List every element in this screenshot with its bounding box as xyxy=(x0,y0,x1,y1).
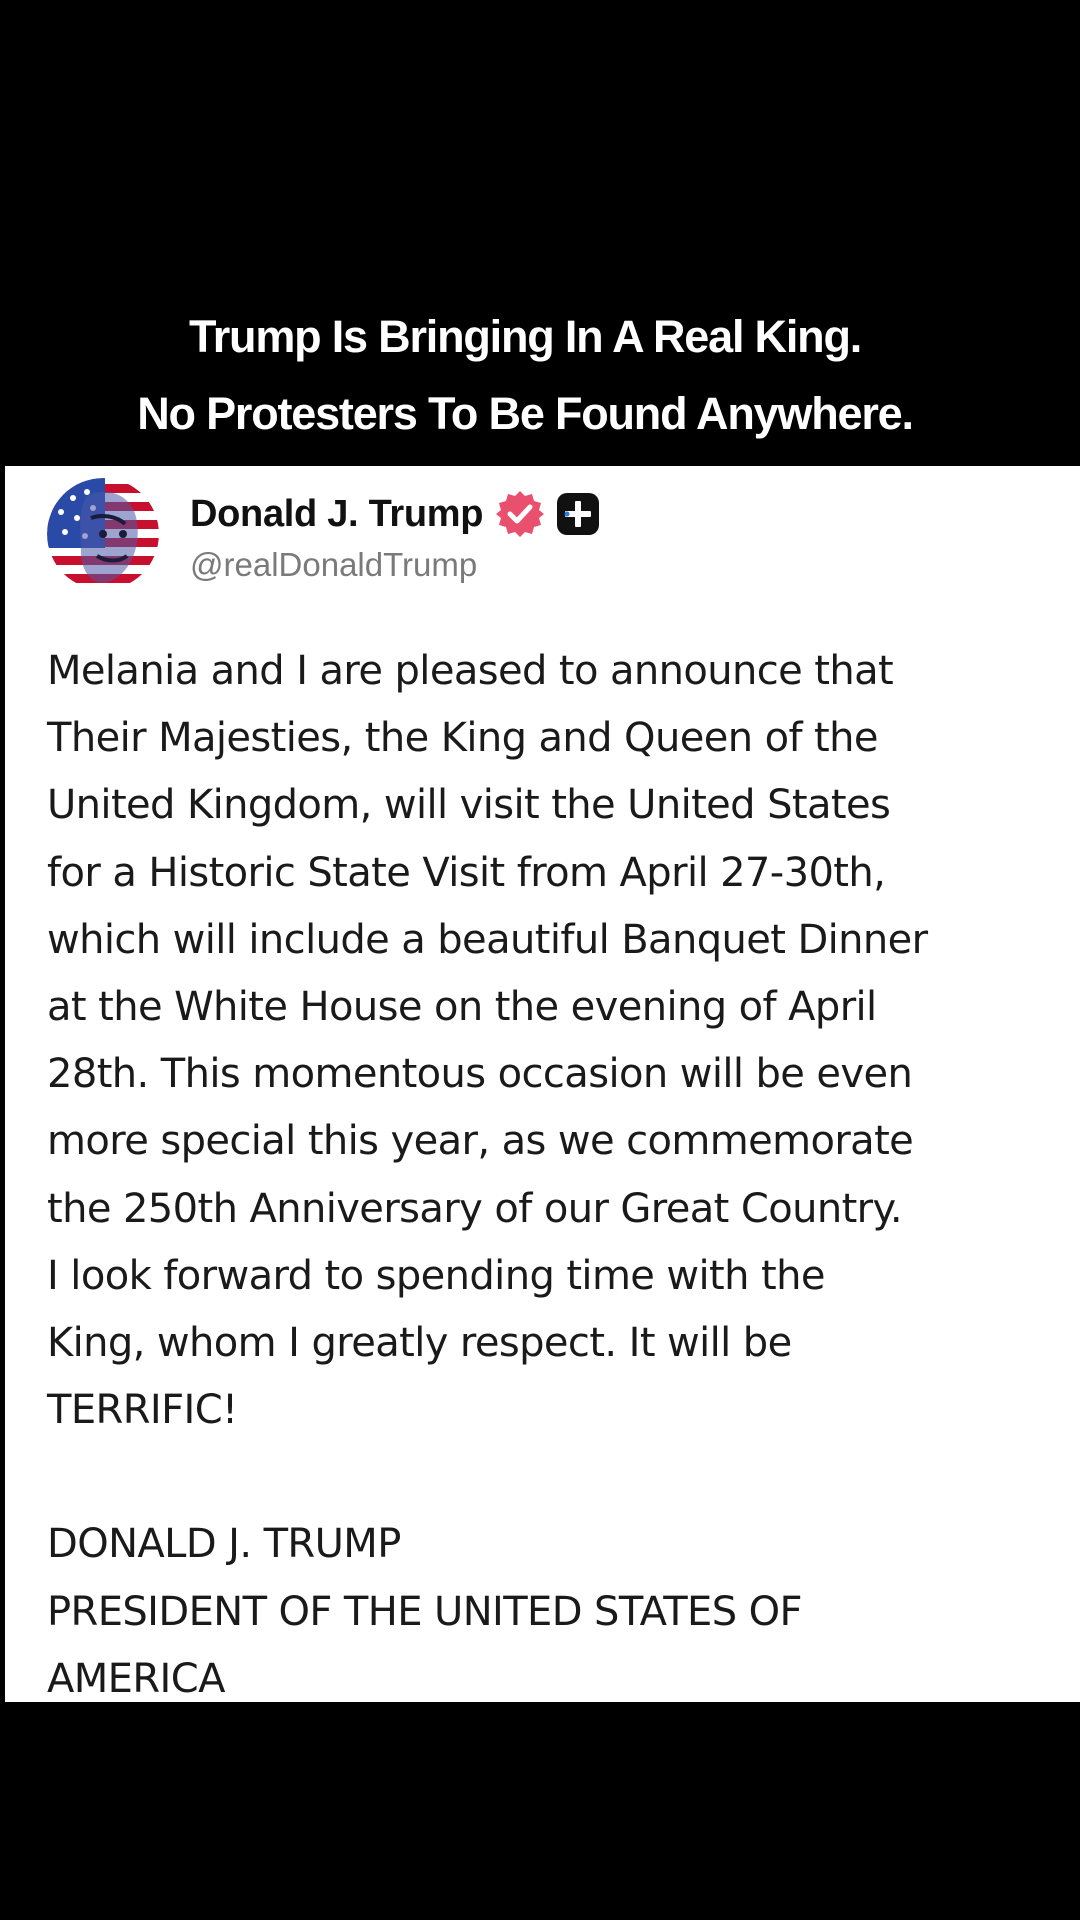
post-line: Their Majesties, the King and Queen of t… xyxy=(47,715,879,762)
author-name[interactable]: Donald J. Trump xyxy=(190,493,484,536)
verified-badge-icon xyxy=(496,491,545,537)
post-card: Donald J. Trump @realDonaldTrump Melania… xyxy=(5,466,1080,1702)
avatar[interactable] xyxy=(47,478,159,590)
post-line: more special this year, as we commemorat… xyxy=(47,1118,914,1165)
post-line: for a Historic State Visit from April 27… xyxy=(47,849,886,896)
signature-line: DONALD J. TRUMP xyxy=(47,1521,401,1568)
flag-portrait-avatar-icon xyxy=(47,478,159,590)
author-row: Donald J. Trump xyxy=(190,488,601,540)
signature-line: PRESIDENT OF THE UNITED STATES OF xyxy=(47,1588,803,1635)
plus-badge-icon xyxy=(557,493,600,535)
post-line: King, whom I greatly respect. It will be xyxy=(47,1319,792,1366)
post-line: United Kingdom, will visit the United St… xyxy=(47,782,891,829)
post-body: Melania and I are pleased to announce th… xyxy=(47,638,1067,1713)
caption-line-1: Trump Is Bringing In A Real King. xyxy=(188,311,862,362)
post-line: which will include a beautiful Banquet D… xyxy=(47,916,928,963)
post-line: I look forward to spending time with the xyxy=(47,1252,825,1299)
signature-line: AMERICA xyxy=(47,1655,225,1702)
video-caption: Trump Is Bringing In A Real King. No Pro… xyxy=(0,298,1050,452)
post-line: the 250th Anniversary of our Great Count… xyxy=(47,1185,903,1232)
caption-line-2: No Protesters To Be Found Anywhere. xyxy=(137,388,914,439)
post-line: 28th. This momentous occasion will be ev… xyxy=(47,1051,913,1098)
post-line: Melania and I are pleased to announce th… xyxy=(47,648,894,694)
screen: Trump Is Bringing In A Real King. No Pro… xyxy=(0,0,1080,1920)
post-line: TERRIFIC! xyxy=(47,1387,238,1434)
post-line: at the White House on the evening of Apr… xyxy=(47,983,877,1030)
author-handle[interactable]: @realDonaldTrump xyxy=(190,546,477,584)
